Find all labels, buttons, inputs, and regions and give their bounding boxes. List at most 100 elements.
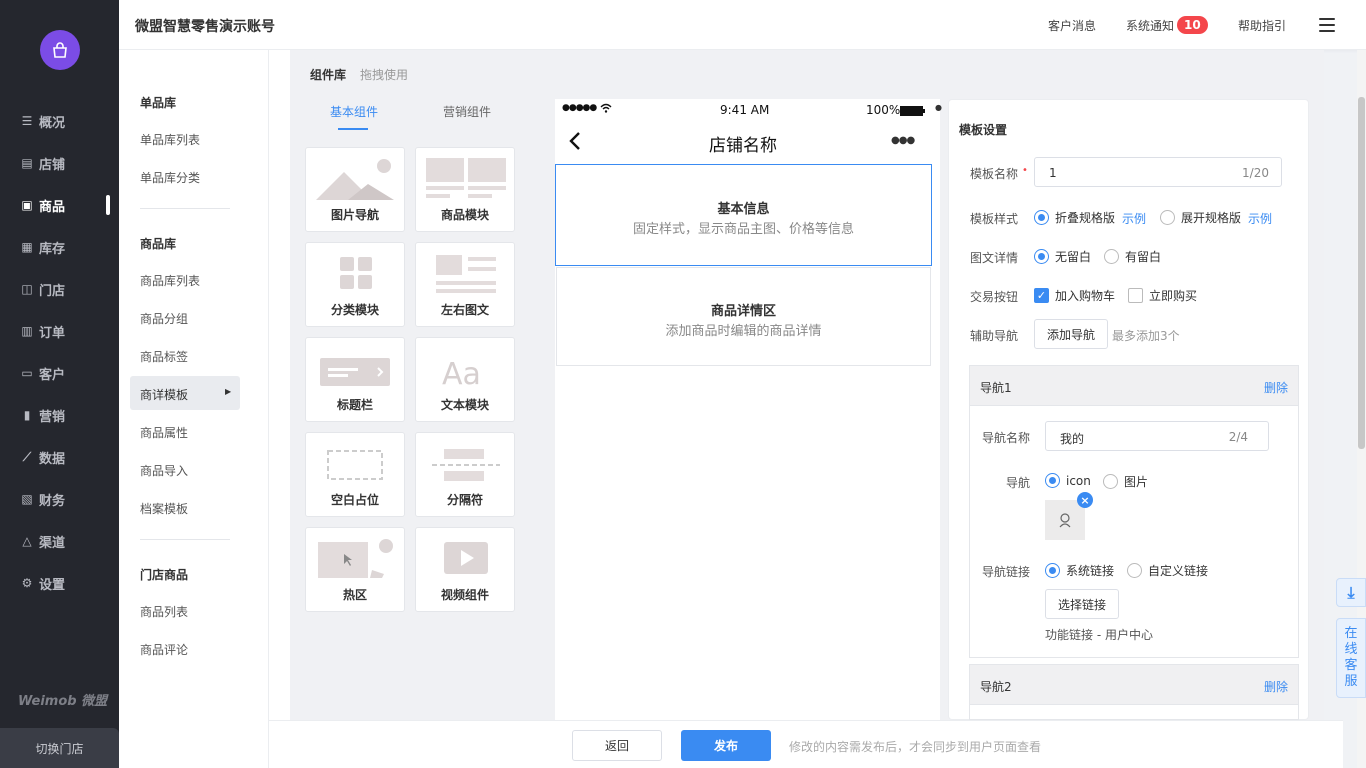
sidebar-item-data[interactable]: ⟋ 数据: [20, 447, 110, 467]
finance-icon: ▧: [21, 492, 33, 506]
sidebar-item-channel[interactable]: △ 渠道: [20, 531, 110, 551]
back-button[interactable]: 返回: [572, 730, 662, 761]
left-right-icon: [436, 255, 496, 293]
overview-icon: ☰: [21, 114, 33, 128]
style-expand-radio[interactable]: 展开规格版: [1160, 209, 1241, 226]
tab-marketing[interactable]: 营销组件: [443, 103, 491, 120]
blank-placeholder-icon: [327, 450, 383, 480]
action-footer: 返回 发布 修改的内容需发布后，才会同步到用户页面查看: [269, 720, 1343, 768]
buy-now-checkbox[interactable]: 立即购买: [1128, 287, 1197, 304]
remove-icon[interactable]: ×: [1077, 492, 1093, 508]
component-divider[interactable]: 分隔符: [415, 432, 515, 517]
link-description: 功能链接 - 用户中心: [1045, 628, 1153, 642]
customer-messages-link[interactable]: 客户消息: [1048, 17, 1096, 34]
subnav-item[interactable]: 商品列表: [140, 603, 188, 620]
sidebar-item-finance[interactable]: ▧ 财务: [20, 489, 110, 509]
subnav-item-active[interactable]: 商详模板: [140, 386, 188, 403]
caret-right-icon: ▶: [225, 387, 232, 396]
delete-nav2-link[interactable]: 删除: [1264, 678, 1288, 695]
app-logo-icon[interactable]: [40, 30, 80, 70]
svg-text:Aa: Aa: [442, 357, 481, 392]
subnav-item[interactable]: 商品分组: [140, 310, 188, 327]
component-text[interactable]: Aa 文本模块: [415, 337, 515, 422]
download-icon[interactable]: ⤓: [1336, 578, 1366, 607]
settings-icon: ⚙: [21, 576, 33, 590]
scrollbar-thumb[interactable]: [1358, 97, 1365, 449]
nav-panel-title: 导航1: [980, 381, 1012, 395]
component-hotspot[interactable]: 热区: [305, 527, 405, 612]
delete-nav1-link[interactable]: 删除: [1264, 379, 1288, 396]
style-fold-radio[interactable]: 折叠规格版: [1034, 209, 1115, 226]
link-system-radio[interactable]: 系统链接: [1045, 562, 1114, 579]
publish-button[interactable]: 发布: [681, 730, 771, 761]
template-name-input[interactable]: 1 1/20: [1034, 157, 1282, 187]
phone-preview: ●●●●● 9:41 AM 100% ● 店铺名称 ●●● 基本信息 固定样式，…: [555, 99, 942, 720]
add-nav-button[interactable]: 添加导航: [1034, 319, 1108, 349]
hotspot-icon: [318, 539, 393, 578]
sidebar-item-shop[interactable]: ◫ 门店: [20, 279, 110, 299]
component-video[interactable]: 视频组件: [415, 527, 515, 612]
help-link[interactable]: 帮助指引: [1238, 17, 1286, 34]
sidebar-item-order[interactable]: ▥ 订单: [20, 321, 110, 341]
sub-sidebar: 单品库 单品库列表 单品库分类 商品库 商品库列表 商品分组 商品标签 商详模板…: [119, 50, 269, 768]
choose-link-button[interactable]: 选择链接: [1045, 589, 1119, 619]
sidebar-item-customer[interactable]: ▭ 客户: [20, 363, 110, 383]
subnav-item[interactable]: 单品库分类: [140, 169, 200, 186]
detail-margin-radio[interactable]: 有留白: [1104, 248, 1161, 265]
account-name: 微盟智慧零售演示账号: [135, 19, 275, 35]
nav-panel-1: 导航1 删除: [969, 365, 1299, 658]
detail-label: 图文详情: [970, 251, 1019, 265]
add-cart-checkbox[interactable]: ✓ 加入购物车: [1034, 287, 1115, 304]
sidebar-item-inventory[interactable]: ▦ 库存: [20, 237, 110, 257]
style-expand-example-link[interactable]: 示例: [1248, 210, 1272, 227]
sidebar-item-settings[interactable]: ⚙ 设置: [20, 573, 110, 593]
component-left-right[interactable]: 左右图文: [415, 242, 515, 327]
customer-icon: ▭: [21, 366, 33, 380]
goods-icon: ▣: [21, 198, 33, 212]
nav-type-image-radio[interactable]: 图片: [1103, 473, 1148, 490]
template-style-label: 模板样式: [970, 212, 1019, 226]
link-custom-radio[interactable]: 自定义链接: [1127, 562, 1208, 579]
style-fold-example-link[interactable]: 示例: [1122, 210, 1146, 227]
subnav-item[interactable]: 商品标签: [140, 348, 188, 365]
inventory-icon: ▦: [21, 240, 33, 254]
block-goods-detail[interactable]: 商品详情区 添加商品时编辑的商品详情: [556, 267, 931, 366]
detail-nomargin-radio[interactable]: 无留白: [1034, 248, 1091, 265]
subnav-item[interactable]: 商品属性: [140, 424, 188, 441]
subnav-item[interactable]: 档案模板: [140, 500, 188, 517]
sidebar-item-store[interactable]: ▤ 店铺: [20, 153, 110, 173]
order-icon: ▥: [21, 324, 33, 338]
block-basic-info[interactable]: 基本信息 固定样式，显示商品主图、价格等信息: [555, 164, 932, 266]
brand-logo: Weimob 微盟: [18, 694, 108, 709]
wifi-icon: [600, 103, 612, 116]
subnav-item[interactable]: 单品库列表: [140, 131, 200, 148]
nav-name-input[interactable]: 我的 2/4: [1045, 421, 1269, 451]
component-title-bar[interactable]: 标题栏: [305, 337, 405, 422]
sidebar-item-goods[interactable]: ▣ 商品: [20, 195, 110, 215]
component-blank[interactable]: 空白占位: [305, 432, 405, 517]
system-notify-link[interactable]: 系统通知: [1126, 17, 1174, 34]
signal-icon: ●●●●●: [562, 103, 597, 113]
more-dots-icon[interactable]: ●●●: [891, 135, 915, 146]
component-image-nav[interactable]: 图片导航: [305, 147, 405, 232]
nav-link-label: 导航链接: [982, 565, 1031, 579]
sidebar-item-marketing[interactable]: ▮ 营销: [20, 405, 110, 425]
top-header: 微盟智慧零售演示账号 客户消息 系统通知 10 帮助指引: [119, 0, 1366, 50]
image-nav-icon: [316, 159, 394, 200]
tab-basic[interactable]: 基本组件: [330, 103, 378, 120]
nav-panel-title: 导航2: [980, 680, 1012, 694]
battery-percent: 100%: [866, 103, 901, 117]
menu-icon[interactable]: [1319, 18, 1335, 32]
battery-icon: [900, 105, 926, 119]
template-name-label: 模板名称: [970, 167, 1019, 181]
nav-type-icon-radio[interactable]: icon: [1045, 473, 1091, 488]
switch-store-button[interactable]: 切换门店: [0, 728, 119, 768]
online-service-button[interactable]: 在线客服: [1336, 618, 1366, 698]
subnav-item[interactable]: 商品库列表: [140, 272, 200, 289]
subnav-item[interactable]: 商品导入: [140, 462, 188, 479]
component-goods-module[interactable]: 商品模块: [415, 147, 515, 232]
component-category[interactable]: 分类模块: [305, 242, 405, 327]
sidebar-item-overview[interactable]: ☰ 概况: [20, 111, 110, 131]
required-mark: •: [1022, 165, 1028, 176]
subnav-item[interactable]: 商品评论: [140, 641, 188, 658]
